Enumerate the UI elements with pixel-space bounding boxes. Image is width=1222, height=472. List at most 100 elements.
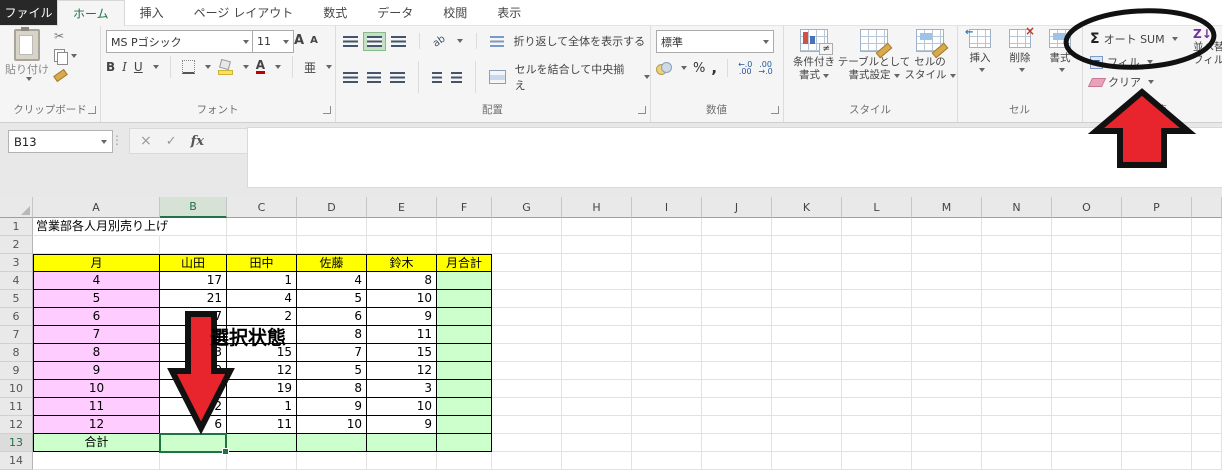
col-header-B[interactable]: B: [160, 197, 227, 218]
cell-G11[interactable]: [492, 398, 562, 416]
cell-G8[interactable]: [492, 344, 562, 362]
col-header-partial[interactable]: [1192, 197, 1222, 218]
cell-K12[interactable]: [772, 416, 842, 434]
cell-J9[interactable]: [702, 362, 772, 380]
cell-partial13[interactable]: [1192, 434, 1222, 452]
cell-E14[interactable]: [367, 452, 437, 470]
row-header-1[interactable]: 1: [0, 218, 33, 236]
cell-P6[interactable]: [1122, 308, 1192, 326]
format-cells-button[interactable]: 書式: [1041, 29, 1079, 72]
cell-E1[interactable]: [367, 218, 437, 236]
copy-dropdown-icon[interactable]: [71, 54, 77, 58]
cell-F6[interactable]: [437, 308, 492, 326]
cell-N2[interactable]: [982, 236, 1052, 254]
cell-J10[interactable]: [702, 380, 772, 398]
cell-P2[interactable]: [1122, 236, 1192, 254]
row-header-4[interactable]: 4: [0, 272, 33, 290]
cell-G4[interactable]: [492, 272, 562, 290]
cell-I6[interactable]: [632, 308, 702, 326]
cell-F14[interactable]: [437, 452, 492, 470]
alignment-dialog-launcher-icon[interactable]: [638, 106, 646, 114]
cell-A9[interactable]: 9: [33, 362, 160, 380]
borders-icon[interactable]: [182, 60, 195, 74]
cell-C3[interactable]: 田中: [227, 254, 297, 272]
cell-B10[interactable]: 4: [160, 380, 227, 398]
tab-file[interactable]: ファイル: [0, 0, 57, 25]
cell-K3[interactable]: [772, 254, 842, 272]
cell-N3[interactable]: [982, 254, 1052, 272]
cell-N10[interactable]: [982, 380, 1052, 398]
tab-formulas[interactable]: 数式: [308, 0, 362, 25]
cell-K14[interactable]: [772, 452, 842, 470]
cell-F12[interactable]: [437, 416, 492, 434]
cell-I3[interactable]: [632, 254, 702, 272]
cell-B5[interactable]: 21: [160, 290, 227, 308]
clipboard-dialog-launcher-icon[interactable]: [88, 106, 96, 114]
cell-M8[interactable]: [912, 344, 982, 362]
cell-partial1[interactable]: [1192, 218, 1222, 236]
cell-P14[interactable]: [1122, 452, 1192, 470]
cell-D4[interactable]: 4: [297, 272, 367, 290]
cell-P7[interactable]: [1122, 326, 1192, 344]
fill-dropdown-icon[interactable]: [1147, 60, 1153, 64]
cell-M5[interactable]: [912, 290, 982, 308]
cell-K11[interactable]: [772, 398, 842, 416]
cell-partial8[interactable]: [1192, 344, 1222, 362]
cell-C9[interactable]: 12: [227, 362, 297, 380]
cell-O10[interactable]: [1052, 380, 1122, 398]
cell-F13[interactable]: [437, 434, 492, 452]
cell-C4[interactable]: 1: [227, 272, 297, 290]
cell-J12[interactable]: [702, 416, 772, 434]
cell-K10[interactable]: [772, 380, 842, 398]
cell-K4[interactable]: [772, 272, 842, 290]
col-header-E[interactable]: E: [367, 197, 437, 218]
cell-H6[interactable]: [562, 308, 632, 326]
cell-J5[interactable]: [702, 290, 772, 308]
cell-I4[interactable]: [632, 272, 702, 290]
cell-J13[interactable]: [702, 434, 772, 452]
phonetic-guide-button[interactable]: 亜: [304, 59, 316, 76]
row-header-8[interactable]: 8: [0, 344, 33, 362]
cell-I12[interactable]: [632, 416, 702, 434]
col-header-C[interactable]: C: [227, 197, 297, 218]
cell-C2[interactable]: [227, 236, 297, 254]
comma-style-button[interactable]: ,: [711, 59, 717, 77]
cell-G12[interactable]: [492, 416, 562, 434]
cell-I7[interactable]: [632, 326, 702, 344]
decrease-decimal-icon[interactable]: .00 →.0: [758, 61, 772, 75]
cell-N12[interactable]: [982, 416, 1052, 434]
cell-J4[interactable]: [702, 272, 772, 290]
cell-I13[interactable]: [632, 434, 702, 452]
insert-function-icon[interactable]: fx: [191, 134, 204, 149]
cell-B4[interactable]: 17: [160, 272, 227, 290]
cell-L11[interactable]: [842, 398, 912, 416]
cell-N8[interactable]: [982, 344, 1052, 362]
cell-N4[interactable]: [982, 272, 1052, 290]
cell-partial3[interactable]: [1192, 254, 1222, 272]
cell-D8[interactable]: 7: [297, 344, 367, 362]
clear-dropdown-icon[interactable]: [1148, 80, 1154, 84]
cell-G2[interactable]: [492, 236, 562, 254]
shrink-font-button[interactable]: A: [310, 35, 318, 46]
cell-J14[interactable]: [702, 452, 772, 470]
row-header-5[interactable]: 5: [0, 290, 33, 308]
cell-K6[interactable]: [772, 308, 842, 326]
cell-D9[interactable]: 5: [297, 362, 367, 380]
cell-L8[interactable]: [842, 344, 912, 362]
formula-bar-grip-icon[interactable]: ⋮: [111, 133, 123, 147]
cell-partial12[interactable]: [1192, 416, 1222, 434]
cell-M14[interactable]: [912, 452, 982, 470]
cell-F1[interactable]: [437, 218, 492, 236]
row-header-12[interactable]: 12: [0, 416, 33, 434]
cell-N11[interactable]: [982, 398, 1052, 416]
cell-E2[interactable]: [367, 236, 437, 254]
row-header-2[interactable]: 2: [0, 236, 33, 254]
cell-K2[interactable]: [772, 236, 842, 254]
col-header-K[interactable]: K: [772, 197, 842, 218]
cell-A11[interactable]: 11: [33, 398, 160, 416]
cell-E6[interactable]: 9: [367, 308, 437, 326]
cell-L4[interactable]: [842, 272, 912, 290]
cell-L3[interactable]: [842, 254, 912, 272]
cell-N1[interactable]: [982, 218, 1052, 236]
cell-E4[interactable]: 8: [367, 272, 437, 290]
